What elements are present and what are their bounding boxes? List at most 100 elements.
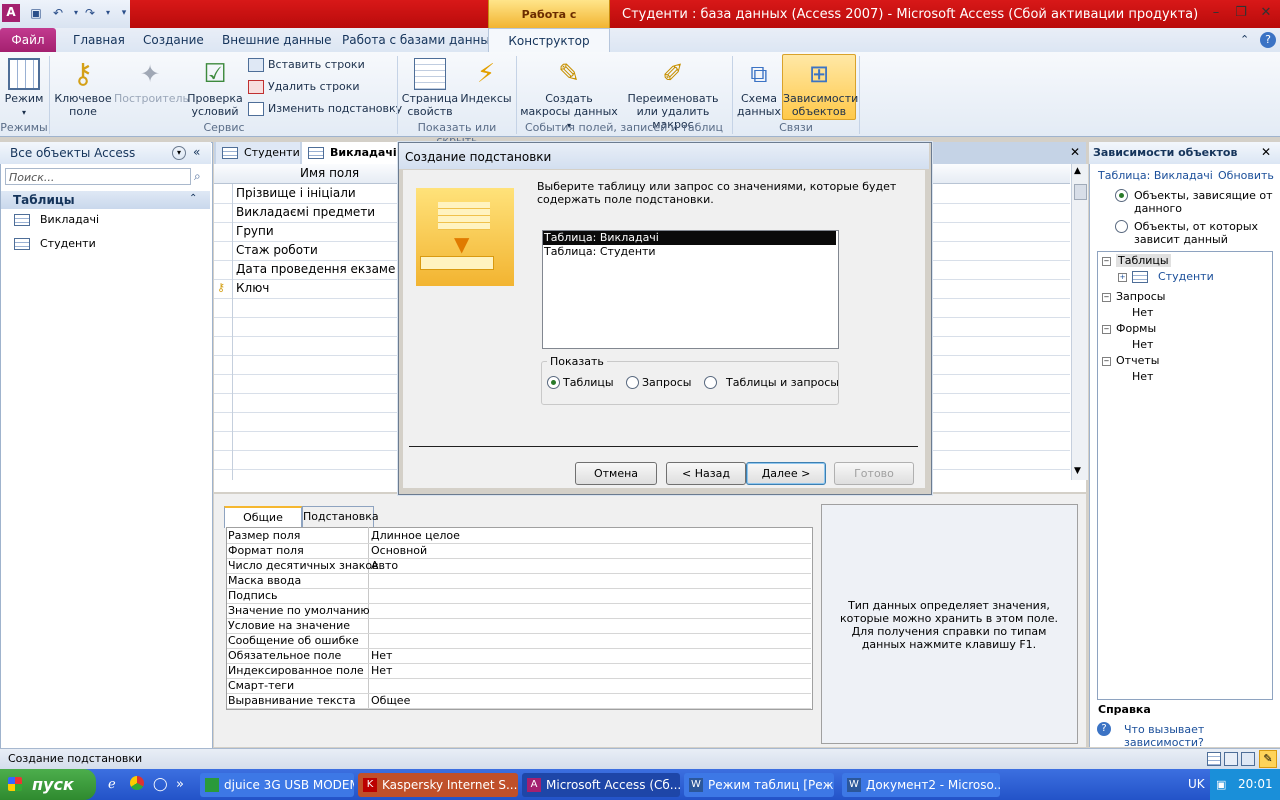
design-view-icon[interactable]: ✎ <box>1259 750 1277 768</box>
doc-tab-studenty[interactable]: Студенти <box>216 142 300 164</box>
property-row[interactable]: Размер поля Длинное целое <box>227 528 811 544</box>
nav-pane-header[interactable]: Все объекты Access ▾ « <box>0 142 211 164</box>
property-row[interactable]: Подпись <box>227 588 811 604</box>
datasheet-view-icon[interactable] <box>1207 752 1221 766</box>
nav-collapse-icon[interactable]: « <box>193 145 200 159</box>
nav-item-studenty[interactable]: Студенти <box>14 235 96 253</box>
collapse-ribbon-icon[interactable]: ⌃ <box>1240 28 1249 52</box>
object-dependencies-button[interactable]: ⊞ Зависимости объектов <box>782 54 858 120</box>
tree-node-forms[interactable]: − Формы <box>1102 322 1156 336</box>
redo-icon[interactable]: ↷ <box>82 5 98 21</box>
property-row[interactable]: Условие на значение <box>227 618 811 634</box>
insert-rows-button[interactable]: Вставить строки <box>248 56 365 74</box>
task-kaspersky[interactable]: K Kaspersky Internet S... <box>358 773 518 797</box>
refresh-link[interactable]: Обновить <box>1218 169 1274 182</box>
property-row[interactable]: Значение по умолчанию <box>227 603 811 619</box>
doc-tab-vykladachi[interactable]: Викладачі <box>302 142 398 164</box>
property-row[interactable]: Выравнивание текста Общее <box>227 693 811 709</box>
help-link[interactable]: Что вызывает зависимости? <box>1124 723 1280 749</box>
indexes-button[interactable]: ⚡ Индексы <box>460 58 512 105</box>
close-pane-icon[interactable]: ✕ <box>1261 145 1271 159</box>
task-word-2[interactable]: W Документ2 - Microso... <box>842 773 1000 797</box>
language-indicator[interactable]: UK <box>1188 777 1205 791</box>
finish-button[interactable]: Готово <box>834 462 914 485</box>
back-button[interactable]: < Назад <box>666 462 746 485</box>
ie-icon[interactable]: ℯ <box>108 777 116 792</box>
undo-icon[interactable]: ↶ <box>50 5 66 21</box>
next-button[interactable]: Далее > <box>746 462 826 485</box>
scroll-down-icon[interactable]: ▼ <box>1074 466 1081 476</box>
property-row[interactable]: Индексированное поле Нет <box>227 663 811 679</box>
view-button[interactable]: Режим ▾ <box>2 58 46 119</box>
help-icon[interactable]: ? <box>1260 32 1276 48</box>
scroll-up-icon[interactable]: ▲ <box>1074 166 1081 176</box>
property-row[interactable]: Формат поля Основной <box>227 543 811 559</box>
list-item[interactable]: Таблица: Студенти <box>544 245 656 259</box>
delete-rows-button[interactable]: Удалить строки <box>248 78 360 96</box>
nav-group-tables[interactable]: Таблицы ⌃ <box>1 191 210 209</box>
collapse-node-icon[interactable]: − <box>1102 256 1111 266</box>
tab-design[interactable]: Конструктор <box>488 28 610 54</box>
property-sheet-icon <box>414 58 446 90</box>
collapse-group-icon[interactable]: ⌃ <box>189 193 197 204</box>
pivot-table-view-icon[interactable] <box>1224 752 1238 766</box>
radio-queries[interactable] <box>626 376 639 389</box>
relationships-button[interactable]: ⧉ Схема данных <box>736 58 782 118</box>
customize-qat-icon[interactable]: ▾ <box>116 5 132 21</box>
collapse-node-icon[interactable]: − <box>1102 356 1111 366</box>
chrome-icon[interactable] <box>130 776 144 790</box>
save-icon[interactable]: ▣ <box>28 5 44 21</box>
tree-node-tables[interactable]: − Таблицы <box>1102 254 1171 268</box>
tab-home[interactable]: Главная <box>73 28 125 52</box>
nav-menu-chevron-icon[interactable]: ▾ <box>172 146 186 160</box>
redo-dropdown-icon[interactable]: ▾ <box>100 5 116 21</box>
dialog-title-bar[interactable]: Создание подстановки <box>399 143 929 169</box>
property-sheet-button[interactable]: Страница свойств <box>400 58 460 118</box>
tree-node-studenty[interactable]: + Студенти <box>1118 270 1214 284</box>
collapse-node-icon[interactable]: − <box>1102 292 1111 302</box>
tab-general[interactable]: Общие <box>224 506 302 528</box>
property-row[interactable]: Число десятичных знаков Авто <box>227 558 811 574</box>
minimize-icon[interactable]: – <box>1205 4 1227 22</box>
nav-item-vykladachi[interactable]: Викладачі <box>14 211 99 229</box>
radio-depends-on[interactable] <box>1115 220 1128 233</box>
primary-key-button[interactable]: ⚷ Ключевое поле <box>54 58 112 119</box>
task-modem[interactable]: djuice 3G USB MODEM <box>200 773 354 797</box>
show-more-icon[interactable]: » <box>176 777 184 792</box>
tab-external-data[interactable]: Внешние данные <box>222 28 331 52</box>
property-row[interactable]: Сообщение об ошибке <box>227 633 811 649</box>
close-icon[interactable]: ✕ <box>1255 4 1277 22</box>
maximize-icon[interactable]: ❐ <box>1230 4 1252 22</box>
builder-button[interactable]: ✦ Построитель <box>114 58 189 105</box>
list-item[interactable]: Таблица: Викладачі <box>543 231 836 245</box>
tree-node-queries[interactable]: − Запросы <box>1102 290 1165 304</box>
access-app-icon[interactable]: A <box>2 4 20 22</box>
network-icon[interactable]: ▣ <box>1216 778 1226 791</box>
scroll-thumb[interactable] <box>1074 184 1087 200</box>
pivot-chart-view-icon[interactable] <box>1241 752 1255 766</box>
task-access[interactable]: A Microsoft Access (Сб... <box>522 773 680 797</box>
tree-node-reports[interactable]: − Отчеты <box>1102 354 1159 368</box>
close-document-icon[interactable]: ✕ <box>1070 145 1080 159</box>
tab-database-tools[interactable]: Работа с базами данных <box>342 28 497 52</box>
nav-search-input[interactable]: Поиск... <box>5 168 191 185</box>
task-word-1[interactable]: WРежим таблиц [Режи... <box>684 773 834 797</box>
radio-dependent-objects[interactable] <box>1115 189 1128 202</box>
radio-tables[interactable] <box>547 376 560 389</box>
collapse-node-icon[interactable]: − <box>1102 324 1111 334</box>
cancel-button[interactable]: Отмена <box>575 462 657 485</box>
expand-node-icon[interactable]: + <box>1118 272 1127 282</box>
tab-create[interactable]: Создание <box>143 28 204 52</box>
property-row[interactable]: Смарт-теги <box>227 678 811 694</box>
property-row[interactable]: Маска ввода <box>227 573 811 589</box>
start-button[interactable]: пуск <box>0 769 96 800</box>
radio-both[interactable] <box>704 376 717 389</box>
modify-lookups-button[interactable]: Изменить подстановку <box>248 100 402 118</box>
search-icon[interactable]: ⌕ <box>194 169 201 184</box>
property-row[interactable]: Обязательное поле Нет <box>227 648 811 664</box>
opera-icon[interactable]: ◯ <box>153 777 168 792</box>
test-validation-button[interactable]: ☑ Проверка условий <box>186 58 244 118</box>
grid-scrollbar[interactable]: ▲ ▼ <box>1071 164 1088 480</box>
tab-file[interactable]: Файл <box>0 28 56 52</box>
tab-lookup[interactable]: Подстановка <box>302 506 379 527</box>
